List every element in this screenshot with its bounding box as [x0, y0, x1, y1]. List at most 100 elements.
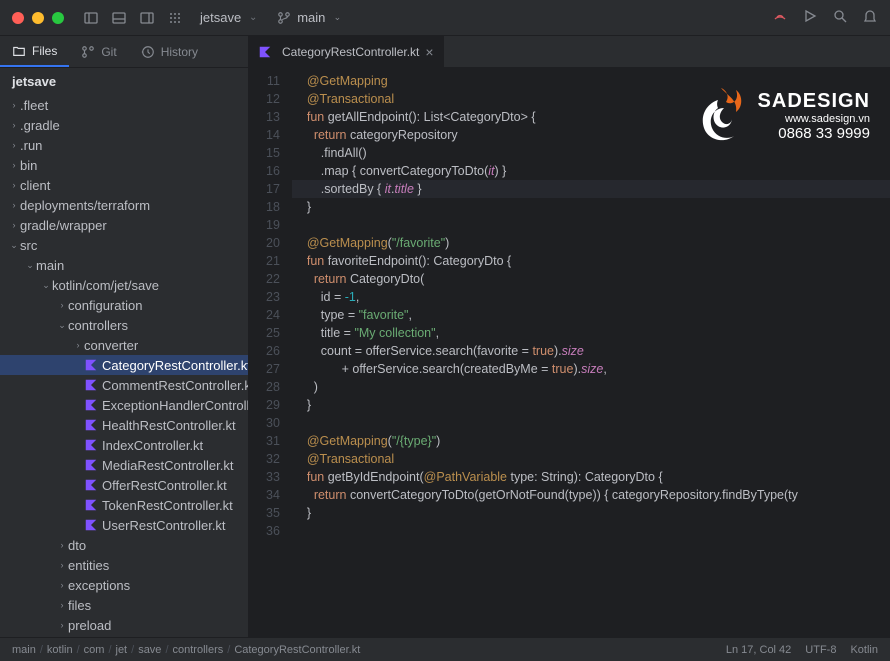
tree-folder[interactable]: ›preload [0, 615, 248, 635]
tree-label: main [36, 258, 64, 273]
tree-file[interactable]: IndexController.kt [0, 435, 248, 455]
tree-label: exceptions [68, 578, 130, 593]
chevron-right-icon: › [8, 200, 20, 210]
code-line[interactable]: } [292, 504, 890, 522]
code-line[interactable]: id = -1, [292, 288, 890, 306]
code-line[interactable]: @GetMapping("/{type}") [292, 432, 890, 450]
search-icon[interactable] [832, 8, 848, 27]
tree-folder[interactable]: ›.run [0, 135, 248, 155]
maximize-window[interactable] [52, 12, 64, 24]
code-line[interactable]: ) [292, 378, 890, 396]
minimize-window[interactable] [32, 12, 44, 24]
tree-folder[interactable]: ›deployments/terraform [0, 195, 248, 215]
tab-files[interactable]: Files [0, 36, 69, 67]
code-line[interactable]: return convertCategoryToDto(getOrNotFoun… [292, 486, 890, 504]
code-line[interactable]: @Transactional [292, 450, 890, 468]
tree-folder[interactable]: ›.gradle [0, 115, 248, 135]
language-mode[interactable]: Kotlin [850, 644, 878, 656]
branch-icon [277, 11, 291, 25]
panel-left-icon[interactable] [80, 7, 102, 29]
tree-folder[interactable]: ›entities [0, 555, 248, 575]
cursor-position[interactable]: Ln 17, Col 42 [726, 644, 791, 656]
chevron-right-icon: › [56, 300, 68, 310]
tree-folder[interactable]: ›gradle/wrapper [0, 215, 248, 235]
project-selector[interactable]: jetsave ⌄ [200, 10, 259, 25]
code-line[interactable]: .map { convertCategoryToDto(it) } [292, 162, 890, 180]
tree-file[interactable]: MediaRestController.kt [0, 455, 248, 475]
tree-label: preload [68, 618, 111, 633]
chevron-right-icon: › [8, 100, 20, 110]
tree-file[interactable]: ExceptionHandlerController.kt [0, 395, 248, 415]
chevron-right-icon: › [56, 620, 68, 630]
branch-name: main [297, 10, 325, 25]
encoding[interactable]: UTF-8 [805, 644, 836, 656]
tab-history[interactable]: History [129, 36, 210, 67]
tree-file[interactable]: HealthRestController.kt [0, 415, 248, 435]
code-line[interactable] [292, 216, 890, 234]
tree-label: configuration [68, 298, 142, 313]
tree-folder[interactable]: ›dto [0, 535, 248, 555]
run-icon[interactable] [802, 8, 818, 27]
folder-icon [12, 44, 26, 58]
breadcrumb[interactable]: main/kotlin/com/jet/save/controllers/Cat… [12, 644, 726, 656]
code-line[interactable]: title = "My collection", [292, 324, 890, 342]
tree-file[interactable]: CommentRestController.kt [0, 375, 248, 395]
tree-folder[interactable]: ›repositories [0, 635, 248, 637]
code-line[interactable]: fun getAllEndpoint(): List<CategoryDto> … [292, 108, 890, 126]
tree-folder[interactable]: ›files [0, 595, 248, 615]
tree-folder[interactable]: ⌄kotlin/com/jet/save [0, 275, 248, 295]
tree-folder[interactable]: ›configuration [0, 295, 248, 315]
code-line[interactable]: } [292, 396, 890, 414]
code-line[interactable]: type = "favorite", [292, 306, 890, 324]
tree-file[interactable]: OfferRestController.kt [0, 475, 248, 495]
tree-label: OfferRestController.kt [102, 478, 227, 493]
code-line[interactable]: @GetMapping [292, 72, 890, 90]
panel-bottom-icon[interactable] [108, 7, 130, 29]
code-line[interactable]: @GetMapping("/favorite") [292, 234, 890, 252]
tree-label: gradle/wrapper [20, 218, 107, 233]
tree-folder[interactable]: ⌄main [0, 255, 248, 275]
code-line[interactable]: return CategoryDto( [292, 270, 890, 288]
code-line[interactable]: return categoryRepository [292, 126, 890, 144]
code-line[interactable]: count = offerService.search(favorite = t… [292, 342, 890, 360]
tree-folder[interactable]: ›bin [0, 155, 248, 175]
sidebar: Files Git History jetsave ›.fleet›.gradl… [0, 36, 248, 637]
grid-icon[interactable] [164, 7, 186, 29]
tree-file[interactable]: UserRestController.kt [0, 515, 248, 535]
code-line[interactable]: } [292, 198, 890, 216]
code-line[interactable]: fun favoriteEndpoint(): CategoryDto { [292, 252, 890, 270]
code-line[interactable]: .sortedBy { it.title } [292, 180, 890, 198]
code-lines[interactable]: @GetMapping @Transactional fun getAllEnd… [292, 68, 890, 637]
chevron-right-icon: › [56, 560, 68, 570]
chevron-down-icon: ⌄ [8, 240, 20, 251]
project-root[interactable]: jetsave [0, 68, 248, 95]
tree-folder[interactable]: ⌄src [0, 235, 248, 255]
tree-label: TokenRestController.kt [102, 498, 233, 513]
branch-selector[interactable]: main ⌄ [277, 10, 343, 25]
code-line[interactable]: fun getByIdEndpoint(@PathVariable type: … [292, 468, 890, 486]
tree-folder[interactable]: ›converter [0, 335, 248, 355]
editor-tab[interactable]: CategoryRestController.kt × [248, 36, 445, 67]
editor-area: CategoryRestController.kt × 111213141516… [248, 36, 890, 637]
tree-label: kotlin/com/jet/save [52, 278, 159, 293]
tree-file[interactable]: CategoryRestController.kt [0, 355, 248, 375]
code-line[interactable] [292, 414, 890, 432]
panel-right-icon[interactable] [136, 7, 158, 29]
code-line[interactable]: + offerService.search(createdByMe = true… [292, 360, 890, 378]
tab-git[interactable]: Git [69, 36, 128, 67]
code-line[interactable]: @Transactional [292, 90, 890, 108]
code-line[interactable] [292, 522, 890, 540]
tree-label: deployments/terraform [20, 198, 150, 213]
close-window[interactable] [12, 12, 24, 24]
close-tab-icon[interactable]: × [425, 44, 433, 60]
tree-folder[interactable]: ⌄controllers [0, 315, 248, 335]
code-line[interactable]: .findAll() [292, 144, 890, 162]
tree-label: UserRestController.kt [102, 518, 226, 533]
connection-icon[interactable] [772, 8, 788, 27]
tree-folder[interactable]: ›.fleet [0, 95, 248, 115]
tree-folder[interactable]: ›client [0, 175, 248, 195]
tree-folder[interactable]: ›exceptions [0, 575, 248, 595]
tree-label: IndexController.kt [102, 438, 203, 453]
tree-file[interactable]: TokenRestController.kt [0, 495, 248, 515]
notifications-icon[interactable] [862, 8, 878, 27]
